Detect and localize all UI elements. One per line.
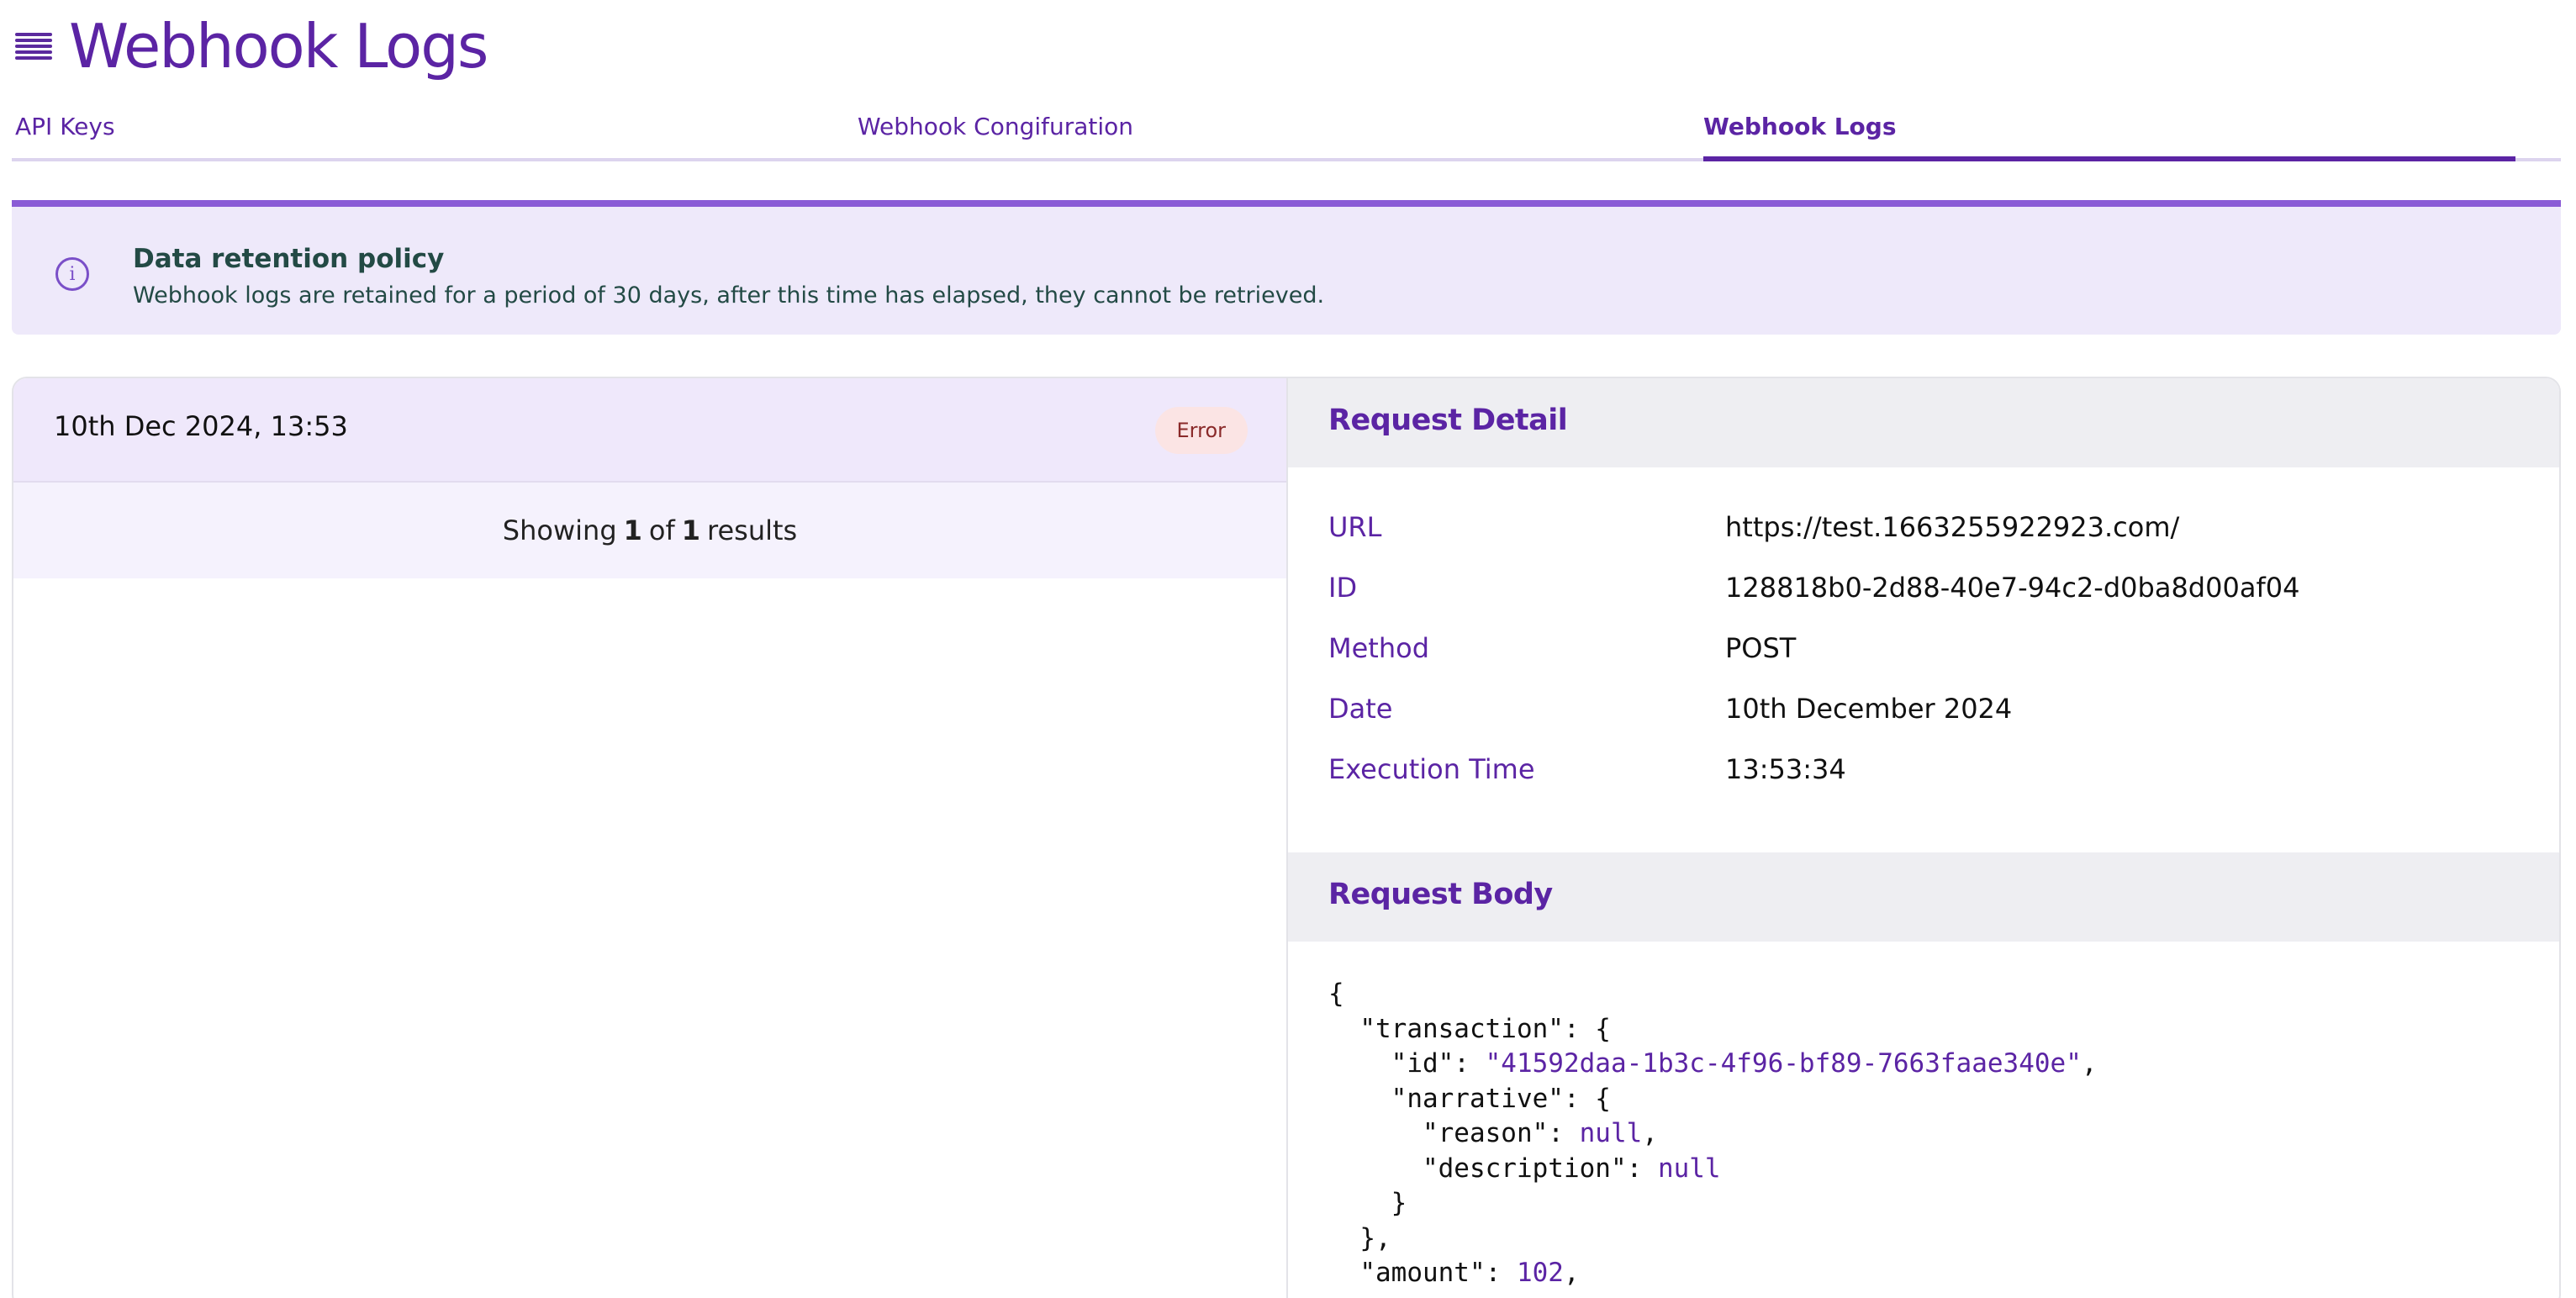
detail-value: 10th December 2024 — [1725, 693, 2013, 725]
json-reason: null — [1579, 1118, 1643, 1148]
alert-title: Data retention policy — [133, 244, 445, 274]
detail-value: https://test.1663255922923.com/ — [1725, 511, 2180, 543]
detail-value: 13:53:34 — [1725, 753, 1846, 785]
log-list-panel: 10th Dec 2024, 13:53 Error Showing 1 of … — [13, 378, 1288, 1298]
menu-lines-icon[interactable] — [15, 29, 52, 63]
alert-text: Webhook logs are retained for a period o… — [133, 282, 1325, 309]
page-header: Webhook Logs — [15, 8, 488, 84]
json-description: null — [1657, 1153, 1721, 1184]
info-icon: i — [55, 257, 89, 291]
page-title: Webhook Logs — [69, 11, 488, 82]
request-panel: Request Detail URL https://test.16632559… — [1288, 378, 2559, 1298]
tab-api-keys[interactable]: API Keys — [15, 113, 115, 161]
request-detail-title: Request Detail — [1328, 404, 1568, 437]
tab-bar: API Keys Webhook Congifuration Webhook L… — [12, 101, 2561, 161]
detail-label: URL — [1328, 511, 1382, 543]
results-summary: Showing 1 of 1 results — [13, 483, 1286, 578]
webhook-logs-page: Webhook Logs API Keys Webhook Congifurat… — [0, 0, 2576, 1298]
results-suffix: results — [707, 514, 798, 546]
detail-label: ID — [1328, 572, 1358, 604]
webhook-log-card: 10th Dec 2024, 13:53 Error Showing 1 of … — [12, 377, 2561, 1298]
detail-label: Execution Time — [1328, 753, 1535, 785]
log-date: 10th Dec 2024, 13:53 — [54, 410, 348, 442]
detail-label: Date — [1328, 693, 1393, 725]
results-current: 1 — [623, 514, 642, 546]
request-body-header: Request Body — [1288, 852, 2559, 942]
request-body-title: Request Body — [1328, 878, 1553, 911]
status-badge: Error — [1154, 407, 1248, 454]
request-body-json: { "transaction": { "id": "41592daa-1b3c-… — [1328, 979, 2098, 1288]
detail-value: POST — [1725, 632, 1797, 664]
tab-webhook-logs[interactable]: Webhook Logs — [1703, 113, 2515, 161]
results-prefix: Showing — [502, 514, 617, 546]
detail-value: 128818b0-2d88-40e7-94c2-d0ba8d00af04 — [1725, 572, 2300, 604]
request-detail-header: Request Detail — [1288, 378, 2559, 467]
data-retention-alert: i Data retention policy Webhook logs are… — [12, 200, 2561, 335]
detail-label: Method — [1328, 632, 1430, 664]
results-total: 1 — [681, 514, 700, 546]
json-amount: 102 — [1516, 1258, 1564, 1288]
results-of: of — [648, 514, 675, 546]
tab-webhook-configuration[interactable]: Webhook Congifuration — [858, 113, 1133, 161]
log-list-item[interactable]: 10th Dec 2024, 13:53 Error — [13, 378, 1286, 483]
json-transaction-id: "41592daa-1b3c-4f96-bf89-7663faae340e" — [1485, 1048, 2082, 1079]
